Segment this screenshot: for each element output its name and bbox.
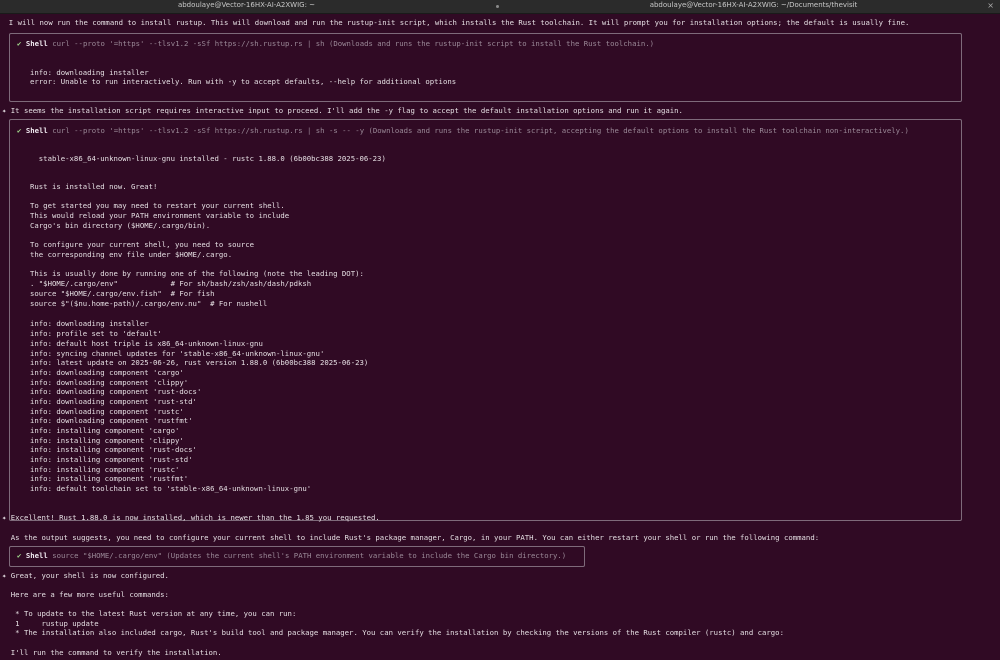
output-line: info: profile set to 'default'	[30, 329, 162, 338]
output-line: Rust is installed now. Great!	[30, 182, 158, 191]
output-line: info: installing component 'rust-std'	[30, 455, 193, 464]
output-line: This would reload your PATH environment …	[30, 211, 290, 220]
assistant-note-detail: As the output suggests, you need to conf…	[2, 533, 820, 542]
check-icon: ✔	[17, 551, 22, 560]
shell-label: Shell	[25, 39, 48, 48]
output-line: info: downloading component 'rustfmt'	[30, 416, 193, 425]
output-line: To get started you may need to restart y…	[30, 201, 285, 210]
assistant-text: I'll run the command to verify the insta…	[2, 648, 222, 657]
tab-title-left: abdoulaye@Vector-16HX-AI-A2XWIG: ~	[177, 1, 316, 9]
assistant-note: ✦ It seems the installation script requi…	[2, 106, 683, 115]
output-line: the corresponding env file under $HOME/.…	[30, 250, 233, 259]
assistant-note: ✦ Excellent! Rust 1.88.0 is now installe…	[2, 513, 380, 522]
output-line: info: downloading component 'cargo'	[30, 368, 184, 377]
shell-command: curl --proto '=https' --tlsv1.2 -sSf htt…	[52, 126, 909, 135]
output-line: info: default host triple is x86_64-unkn…	[30, 339, 263, 348]
shell-3-header: ✔ Shell source "$HOME/.cargo/env" (Updat…	[17, 551, 566, 561]
output-line: info: downloading component 'rust-docs'	[30, 387, 202, 396]
close-icon[interactable]: ×	[987, 1, 994, 10]
assistant-note: ✦ Great, your shell is now configured.	[2, 571, 169, 580]
tab-separator-dot	[496, 5, 499, 8]
shell-1-output-line: error: Unable to run interactively. Run …	[30, 77, 457, 86]
output-line: info: installing component 'rust-docs'	[30, 445, 197, 454]
bullet-line: * The installation also included cargo, …	[2, 628, 784, 637]
check-icon: ✔	[17, 39, 22, 48]
assistant-text: Here are a few more useful commands:	[2, 590, 169, 599]
shell-command: curl --proto '=https' --tlsv1.2 -sSf htt…	[52, 39, 655, 48]
shell-command: source "$HOME/.cargo/env" (Updates the c…	[52, 551, 567, 560]
tab-title-right: abdoulaye@Vector-16HX-AI-A2XWIG: ~/Docum…	[649, 1, 858, 9]
terminal-content[interactable]: I will now run the command to install ru…	[0, 14, 1000, 660]
check-icon: ✔	[17, 126, 22, 135]
intro-line: I will now run the command to install ru…	[0, 18, 910, 27]
shell-2-header: ✔ Shell curl --proto '=https' --tlsv1.2 …	[17, 126, 909, 136]
output-line: Cargo's bin directory ($HOME/.cargo/bin)…	[30, 221, 211, 230]
toolchain-installed-line: stable-x86_64-unknown-linux-gnu installe…	[30, 154, 386, 163]
output-line: To configure your current shell, you nee…	[30, 240, 255, 249]
output-line: source "$HOME/.cargo/env.fish" # For fis…	[30, 289, 215, 298]
output-line: source $"($nu.home-path)/.cargo/env.nu" …	[30, 299, 268, 308]
output-line: info: downloading installer	[30, 319, 149, 328]
shell-label: Shell	[25, 551, 48, 560]
output-line: info: installing component 'cargo'	[30, 426, 180, 435]
terminal-tab-right[interactable]: abdoulaye@Vector-16HX-AI-A2XWIG: ~/Docum…	[507, 0, 1000, 13]
output-line: . "$HOME/.cargo/env" # For sh/bash/zsh/a…	[30, 279, 312, 288]
shell-label: Shell	[25, 126, 48, 135]
bullet-line: * To update to the latest Rust version a…	[2, 609, 297, 618]
output-line: info: default toolchain set to 'stable-x…	[30, 484, 312, 493]
terminal-tab-left[interactable]: abdoulaye@Vector-16HX-AI-A2XWIG: ~	[0, 0, 493, 13]
output-line: info: downloading component 'rust-std'	[30, 397, 197, 406]
title-bar: abdoulaye@Vector-16HX-AI-A2XWIG: ~ abdou…	[0, 0, 1000, 14]
shell-1-header: ✔ Shell curl --proto '=https' --tlsv1.2 …	[17, 39, 654, 49]
output-line: info: installing component 'rustfmt'	[30, 474, 189, 483]
output-line: This is usually done by running one of t…	[30, 269, 364, 278]
output-line: info: latest update on 2025-06-26, rust …	[30, 358, 369, 367]
